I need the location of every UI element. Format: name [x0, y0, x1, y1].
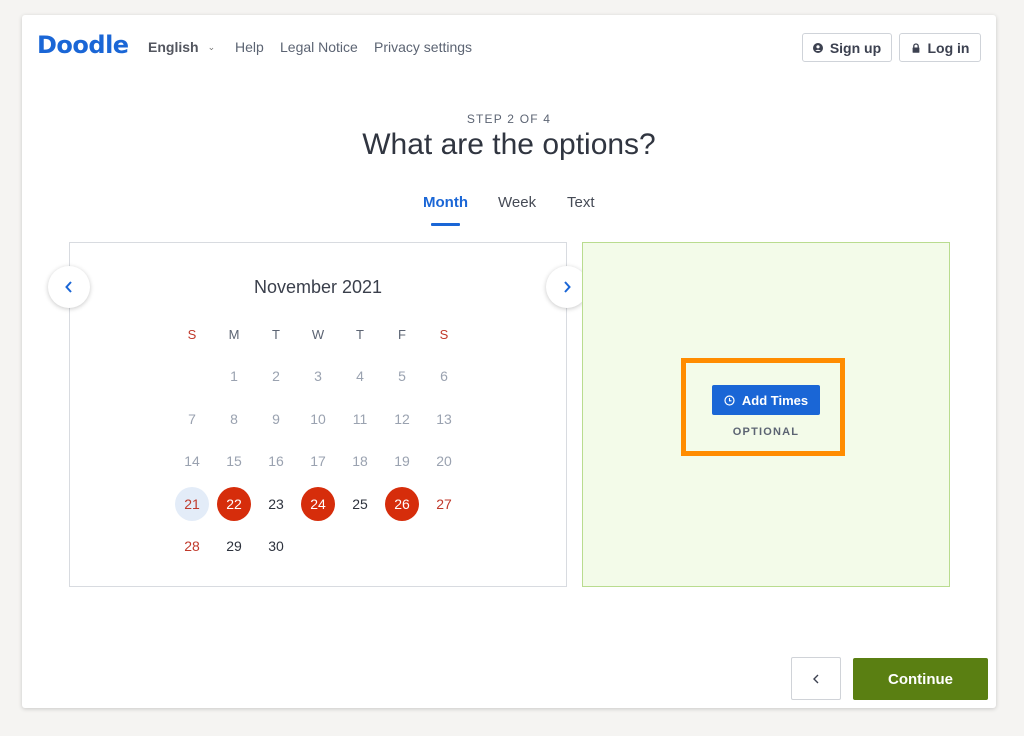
- active-tab-indicator: [431, 223, 460, 226]
- tab-month[interactable]: Month: [423, 194, 468, 211]
- month-title: November 2021: [253, 277, 383, 297]
- calendar-day[interactable]: 13: [427, 402, 461, 436]
- calendar-day[interactable]: 23: [259, 487, 293, 521]
- step-indicator: STEP 2 OF 4: [466, 112, 552, 126]
- calendar-day[interactable]: 8: [217, 402, 251, 436]
- page-title: What are the options?: [362, 128, 656, 161]
- calendar-day[interactable]: 28: [175, 529, 209, 563]
- weekday-header: T: [272, 326, 280, 342]
- calendar-day[interactable]: 24: [301, 487, 335, 521]
- calendar-day[interactable]: 26: [385, 487, 419, 521]
- calendar-day[interactable]: 17: [301, 444, 335, 478]
- calendar-day[interactable]: 16: [259, 444, 293, 478]
- sign-up-button[interactable]: Sign up: [802, 33, 892, 62]
- calendar-day[interactable]: 3: [301, 359, 335, 393]
- weekday-header: M: [228, 326, 240, 342]
- clock-icon: [724, 394, 735, 406]
- back-button[interactable]: [791, 657, 841, 700]
- calendar-day[interactable]: 12: [385, 402, 419, 436]
- legal-notice-link[interactable]: Legal Notice: [280, 39, 358, 55]
- calendar-day[interactable]: 1: [217, 359, 251, 393]
- previous-month-button[interactable]: [48, 266, 90, 308]
- calendar-day[interactable]: 10: [301, 402, 335, 436]
- chevron-left-icon: [813, 674, 819, 683]
- calendar-day[interactable]: 21: [175, 487, 209, 521]
- calendar-day[interactable]: 27: [427, 487, 461, 521]
- calendar-day[interactable]: 22: [217, 487, 251, 521]
- calendar-day[interactable]: 18: [343, 444, 377, 478]
- weekday-header: W: [311, 326, 325, 342]
- calendar-day[interactable]: 20: [427, 444, 461, 478]
- calendar-day[interactable]: 25: [343, 487, 377, 521]
- main-card: Doodle English ⌄ Help Legal Notice Priva…: [22, 15, 996, 708]
- sign-up-label: Sign up: [829, 39, 882, 56]
- chevron-right-icon: [564, 281, 571, 293]
- calendar-day[interactable]: 6: [427, 359, 461, 393]
- calendar-day[interactable]: 2: [259, 359, 293, 393]
- language-label: English: [148, 39, 199, 55]
- user-icon: [812, 42, 823, 53]
- weekday-header: S: [187, 326, 197, 342]
- tab-week[interactable]: Week: [498, 194, 536, 211]
- weekday-header: T: [356, 326, 364, 342]
- continue-button[interactable]: Continue: [853, 658, 988, 700]
- log-in-button[interactable]: Log in: [899, 33, 981, 62]
- doodle-logo[interactable]: Doodle: [37, 31, 129, 59]
- calendar-day[interactable]: 4: [343, 359, 377, 393]
- chevron-left-icon: [65, 281, 72, 293]
- calendar-day[interactable]: 15: [217, 444, 251, 478]
- lock-icon: [912, 42, 919, 53]
- help-link[interactable]: Help: [235, 39, 264, 55]
- calendar-day[interactable]: 11: [343, 402, 377, 436]
- weekday-header: S: [439, 326, 449, 342]
- chevron-down-icon: ⌄: [207, 41, 216, 52]
- calendar-day[interactable]: 30: [259, 529, 293, 563]
- privacy-settings-link[interactable]: Privacy settings: [374, 39, 472, 55]
- calendar-day[interactable]: 5: [385, 359, 419, 393]
- calendar-day[interactable]: 7: [175, 402, 209, 436]
- weekday-header: F: [398, 326, 406, 342]
- log-in-label: Log in: [927, 39, 970, 56]
- tab-text[interactable]: Text: [567, 194, 595, 211]
- calendar-day[interactable]: 14: [175, 444, 209, 478]
- add-times-button[interactable]: Add Times: [712, 385, 820, 415]
- calendar-day[interactable]: 29: [217, 529, 251, 563]
- optional-label: OPTIONAL: [732, 426, 800, 438]
- language-selector[interactable]: English ⌄: [148, 39, 215, 55]
- add-times-label: Add Times: [741, 392, 809, 408]
- calendar-day[interactable]: 19: [385, 444, 419, 478]
- calendar-day[interactable]: 9: [259, 402, 293, 436]
